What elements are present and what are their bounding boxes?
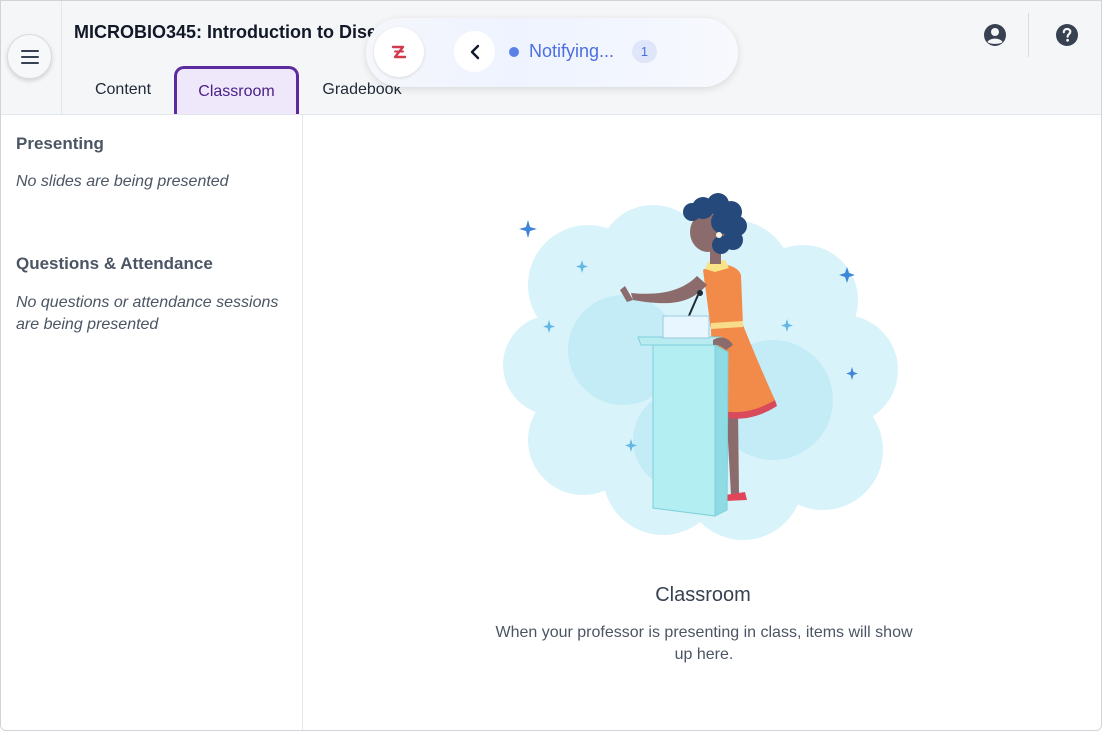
course-title: MICROBIO345: Introduction to Disease: [74, 22, 374, 42]
help-question-icon: [1056, 24, 1078, 46]
header-divider: [1028, 13, 1029, 57]
classroom-main: Classroom When your professor is present…: [303, 115, 1101, 730]
empty-state-title: Classroom: [655, 584, 751, 606]
chevron-left-icon: [470, 44, 479, 59]
presenter-illustration: [503, 193, 898, 540]
classroom-sidebar: Presenting No slides are being presented…: [1, 115, 303, 730]
app-logo: [374, 27, 424, 77]
app-logo-icon: [391, 45, 407, 59]
tab-classroom[interactable]: Classroom: [174, 66, 299, 114]
course-header: MICROBIO345: Introduction to Disease Con…: [1, 1, 1101, 115]
tab-content[interactable]: Content: [77, 66, 169, 114]
hamburger-menu-icon: [20, 49, 39, 64]
notification-count-badge: 1: [632, 40, 657, 63]
presenting-empty-text: No slides are being presented: [16, 173, 229, 190]
menu-button[interactable]: [7, 34, 52, 79]
status-dot: [509, 47, 519, 57]
empty-state-description: When your professor is presenting in cla…: [495, 624, 913, 663]
user-account-icon: [984, 24, 1006, 46]
notification-status: Notifying...: [529, 41, 615, 61]
help-button[interactable]: [1053, 21, 1081, 49]
menu-column: [1, 1, 62, 115]
questions-empty-text: No questions or attendance sessions are …: [16, 294, 279, 333]
app-window: MICROBIO345: Introduction to Disease Con…: [0, 0, 1102, 731]
user-account-button[interactable]: [981, 21, 1009, 49]
back-button[interactable]: [454, 31, 495, 72]
notification-pill: Notifying... 1: [366, 18, 738, 87]
presenting-heading: Presenting: [16, 134, 104, 153]
questions-attendance-heading: Questions & Attendance: [16, 254, 213, 273]
